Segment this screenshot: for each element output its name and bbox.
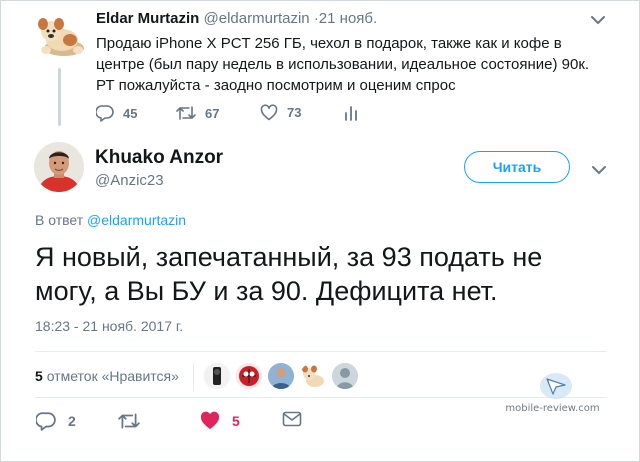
parent-like-button[interactable]: 73 [260,104,301,121]
parent-like-count: 73 [287,105,302,120]
reply-button[interactable]: 2 [36,411,76,431]
retweet-button[interactable] [118,411,140,431]
parent-display-name[interactable]: Eldar Murtazin [96,10,199,27]
parent-reply-button[interactable]: 45 [96,104,137,122]
liker-avatar[interactable] [268,363,294,389]
watermark-logo-icon [540,373,572,399]
heart-icon [260,104,278,121]
likes-count: 5 [35,368,43,384]
author-avatar[interactable] [34,142,84,192]
retweet-icon [118,413,140,429]
liker-avatar[interactable] [332,363,358,389]
retweet-icon [176,106,196,120]
parent-retweet-count: 67 [205,105,220,121]
like-button[interactable]: 5 [200,411,240,430]
reply-prefix: В ответ [35,212,84,228]
divider [193,363,194,391]
reply-icon [36,412,56,431]
parent-analytics-button[interactable] [344,104,358,122]
follow-button[interactable]: Читать [464,151,570,183]
tweet-timestamp[interactable]: 18:23 - 21 нояб. 2017 г. [35,318,183,334]
heart-icon [200,411,220,429]
reply-context: В ответ @eldarmurtazin [35,212,186,228]
watermark: mobile-review.com [505,370,600,420]
tweet-chevron-down-icon[interactable] [591,163,607,175]
liker-avatar[interactable] [236,363,262,389]
likes-count-link[interactable]: 5 отметок «Нравится» [35,368,179,384]
divider [35,351,607,352]
tweet-text: Я новый, запечатанный, за 93 подать не м… [35,242,543,306]
liker-avatar[interactable] [204,363,230,389]
direct-message-button[interactable] [282,411,302,427]
author-handle[interactable]: @Anzic23 [95,172,164,189]
parent-reply-count: 45 [123,105,138,121]
reply-to-link[interactable]: @eldarmurtazin [87,212,186,228]
reply-icon [96,105,114,122]
parent-timestamp[interactable]: ·21 нояб. [314,10,377,27]
liker-avatar[interactable] [300,363,326,389]
thread-connector [58,68,61,126]
reply-count: 2 [68,413,76,429]
analytics-icon [345,106,357,121]
likes-label: отметок «Нравится» [46,368,179,384]
parent-tweet-text: Продаю iPhone X PCT 256 ГБ, чехол в пода… [96,35,590,94]
like-count: 5 [232,412,240,429]
parent-header: Eldar Murtazin @eldarmurtazin ·21 нояб. [96,10,377,27]
parent-actions: 45 67 73 [96,104,396,124]
parent-retweet-button[interactable]: 67 [176,104,219,122]
parent-avatar[interactable] [34,14,88,58]
parent-chevron-down-icon[interactable] [590,13,606,25]
parent-handle[interactable]: @eldarmurtazin [204,10,310,27]
watermark-text: mobile-review.com [505,403,600,414]
envelope-icon [282,411,302,427]
tweet-actions: 2 5 [36,411,336,433]
author-display-name[interactable]: Khuako Anzor [95,147,223,169]
